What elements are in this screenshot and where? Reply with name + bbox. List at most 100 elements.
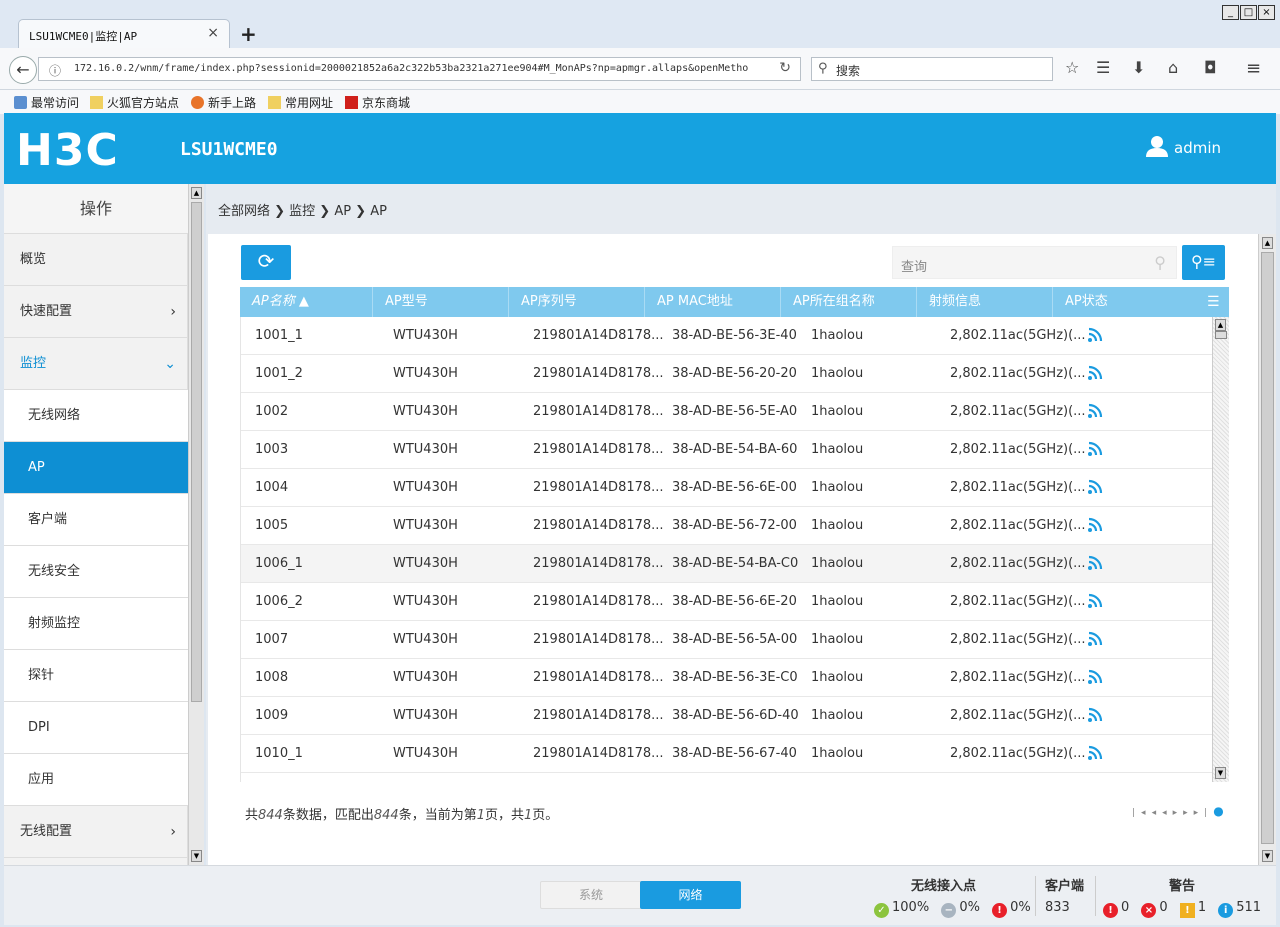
home-icon[interactable]: ⌂ <box>1168 58 1178 77</box>
first-page-icon[interactable]: |◂ <box>1132 808 1152 818</box>
scrollbar-thumb[interactable] <box>191 202 202 702</box>
close-tab-icon[interactable]: × <box>207 25 219 41</box>
bookmark-jd[interactable]: 京东商城 <box>345 94 410 111</box>
sidebar-item-monitor[interactable]: 监控 ⌄ <box>4 338 188 390</box>
table-row[interactable]: 1008 WTU430H 219801A14D8178... 38-AD-BE-56-… <box>241 659 1212 697</box>
table-cell: 2,802.11ac(5GHz)(... <box>950 328 1086 343</box>
bookmark-firefox-site[interactable]: 火狐官方站点 <box>90 94 179 111</box>
sidebar-item-applications[interactable]: 应用 <box>4 754 188 806</box>
sidebar-item-probe[interactable]: 探针 <box>4 650 188 702</box>
navigation-toolbar: ← ⓘ 172.16.0.2/wnm/frame/index.php?sessi… <box>0 48 1280 90</box>
query-input[interactable]: 查询 ⚲ <box>892 246 1177 279</box>
sidebar-item-dpi[interactable]: DPI <box>4 702 188 754</box>
table-row[interactable]: 1006_1 WTU430H 219801A14D8178... 38-AD-BE-5… <box>241 545 1212 583</box>
sidebar-item-quick-config[interactable]: 快速配置 › <box>4 286 188 338</box>
table-cell: 38-AD-BE-54-BA-60 <box>672 442 798 457</box>
table-row[interactable]: 1009 WTU430H 219801A14D8178... 38-AD-BE-56-… <box>241 697 1212 735</box>
info-icon[interactable]: ⓘ <box>49 62 61 79</box>
browser-tab[interactable]: LSU1WCME0|监控|AP × <box>18 19 230 49</box>
scroll-up-icon[interactable]: ▲ <box>1262 237 1273 249</box>
advanced-query-button[interactable]: ⚲≡ <box>1182 245 1225 280</box>
table-row[interactable]: 1010_1 WTU430H 219801A14D8178... 38-AD-BE-5… <box>241 735 1212 773</box>
search-icon: ⚲ <box>818 61 828 76</box>
star-icon[interactable]: ☆ <box>1065 58 1079 77</box>
current-page: 1 <box>476 808 485 823</box>
table-scrollbar[interactable]: ▲ ▼ <box>1212 317 1229 782</box>
table-row[interactable]: 1005 WTU430H 219801A14D8178... 38-AD-BE-56-… <box>241 507 1212 545</box>
app-header: H3C LSU1WCME0 admin <box>4 113 1276 184</box>
table-row[interactable]: 1003 WTU430H 219801A14D8178... 38-AD-BE-54-… <box>241 431 1212 469</box>
table-row[interactable]: 1001_1 WTU430H 219801A14D8178... 38-AD-BE-5… <box>241 317 1212 355</box>
alarm-heading: 警告 <box>1169 879 1196 894</box>
prev-page-icon[interactable]: ◂◂ <box>1152 808 1173 818</box>
table-cell: WTU430H <box>393 366 458 381</box>
table-row[interactable]: 1006_2 WTU430H 219801A14D8178... 38-AD-BE-5… <box>241 583 1212 621</box>
table-row[interactable]: 1004 WTU430H 219801A14D8178... 38-AD-BE-56-… <box>241 469 1212 507</box>
table-cell: WTU430H <box>393 518 458 533</box>
download-icon[interactable]: ⬇ <box>1132 58 1145 77</box>
column-ap-group[interactable]: AP所在组名称 <box>781 287 917 317</box>
user-menu[interactable]: admin <box>1146 135 1221 157</box>
scroll-down-icon[interactable]: ▼ <box>1262 850 1273 862</box>
bookmark-getting-started[interactable]: 新手上路 <box>191 94 256 111</box>
username: admin <box>1174 139 1221 157</box>
sidebar-item-ap[interactable]: AP <box>4 442 188 494</box>
search-box[interactable]: ⚲ 搜索 <box>811 57 1053 81</box>
next-page-icon[interactable]: ▸▸ <box>1173 808 1194 818</box>
table-cell: 1005 <box>255 518 289 533</box>
bookmark-most-visited[interactable]: 最常访问 <box>14 94 79 111</box>
maximize-button[interactable]: □ <box>1240 5 1257 20</box>
reading-list-icon[interactable]: ☰ <box>1096 58 1110 77</box>
last-page-icon[interactable]: ▸| <box>1194 808 1214 818</box>
scroll-down-icon[interactable]: ▼ <box>1215 767 1226 779</box>
firefox-icon <box>191 96 204 109</box>
column-ap-status[interactable]: AP状态 <box>1053 287 1189 317</box>
main-scrollbar[interactable]: ▲ ▼ <box>1258 234 1276 865</box>
reload-icon[interactable]: ↻ <box>779 60 791 76</box>
table-body: 1001_1 WTU430H 219801A14D8178... 38-AD-BE-5… <box>240 317 1212 782</box>
column-ap-model[interactable]: AP型号 <box>373 287 509 317</box>
sidebar-item-wireless-security[interactable]: 无线安全 <box>4 546 188 598</box>
column-ap-mac[interactable]: AP MAC地址 <box>645 287 781 317</box>
h3c-logo: H3C <box>16 125 119 176</box>
client-count[interactable]: 833 <box>1045 900 1070 915</box>
table-cell: 219801A14D8178... <box>533 404 664 419</box>
column-radio-info[interactable]: 射频信息 <box>917 287 1053 317</box>
new-tab-button[interactable]: + <box>240 22 257 46</box>
sidebar-item-rf-monitor[interactable]: 射频监控 <box>4 598 188 650</box>
toggle-network[interactable]: 网络 <box>640 881 741 909</box>
scrollbar-thumb[interactable] <box>1215 331 1227 339</box>
scroll-up-icon[interactable]: ▲ <box>191 187 202 199</box>
menu-icon[interactable]: ≡ <box>1246 58 1261 79</box>
table-cell: 1006_1 <box>255 556 303 571</box>
scrollbar-thumb[interactable] <box>1261 252 1274 844</box>
table-row[interactable]: 1002 WTU430H 219801A14D8178... 38-AD-BE-56-… <box>241 393 1212 431</box>
table-cell: 38-AD-BE-56-5A-00 <box>672 632 798 647</box>
scroll-up-icon[interactable]: ▲ <box>1215 319 1226 331</box>
table-row[interactable]: 1007 WTU430H 219801A14D8178... 38-AD-BE-56-… <box>241 621 1212 659</box>
url-bar[interactable]: ⓘ 172.16.0.2/wnm/frame/index.php?session… <box>38 57 801 81</box>
column-settings-icon[interactable]: ☰ <box>1195 287 1229 317</box>
sidebar-item-wireless-config[interactable]: 无线配置 › <box>4 806 188 858</box>
refresh-button[interactable]: ⟳ <box>241 245 291 280</box>
alarm-stats[interactable]: ! 0 × 0 ! 1 i 511 <box>1103 900 1261 918</box>
chevron-down-icon: ⌄ <box>164 356 176 372</box>
toggle-system[interactable]: 系统 <box>541 882 641 908</box>
table-row[interactable]: 1001_2 WTU430H 219801A14D8178... 38-AD-BE-5… <box>241 355 1212 393</box>
column-ap-serial[interactable]: AP序列号 <box>509 287 645 317</box>
minimize-button[interactable]: _ <box>1222 5 1239 20</box>
sidebar-scrollbar[interactable]: ▲ ▼ <box>188 184 204 865</box>
critical-alarm-icon: ! <box>1103 903 1118 918</box>
ap-stats[interactable]: ✓ 100% −0% ! 0% <box>874 900 1031 918</box>
advanced-search-icon: ⚲≡ <box>1190 252 1217 271</box>
sidebar-item-overview[interactable]: 概览 <box>4 234 188 286</box>
bookmark-common-sites[interactable]: 常用网址 <box>268 94 333 111</box>
sidebar-item-wireless-network[interactable]: 无线网络 <box>4 390 188 442</box>
sidebar-item-clients[interactable]: 客户端 <box>4 494 188 546</box>
pocket-icon[interactable]: ◘ <box>1204 58 1217 77</box>
lightbulb-icon[interactable]: ● <box>1213 804 1223 818</box>
close-window-button[interactable]: × <box>1258 5 1275 20</box>
scroll-down-icon[interactable]: ▼ <box>191 850 202 862</box>
column-ap-name[interactable]: AP名称 ▲ <box>240 287 373 317</box>
back-button[interactable]: ← <box>9 56 37 84</box>
